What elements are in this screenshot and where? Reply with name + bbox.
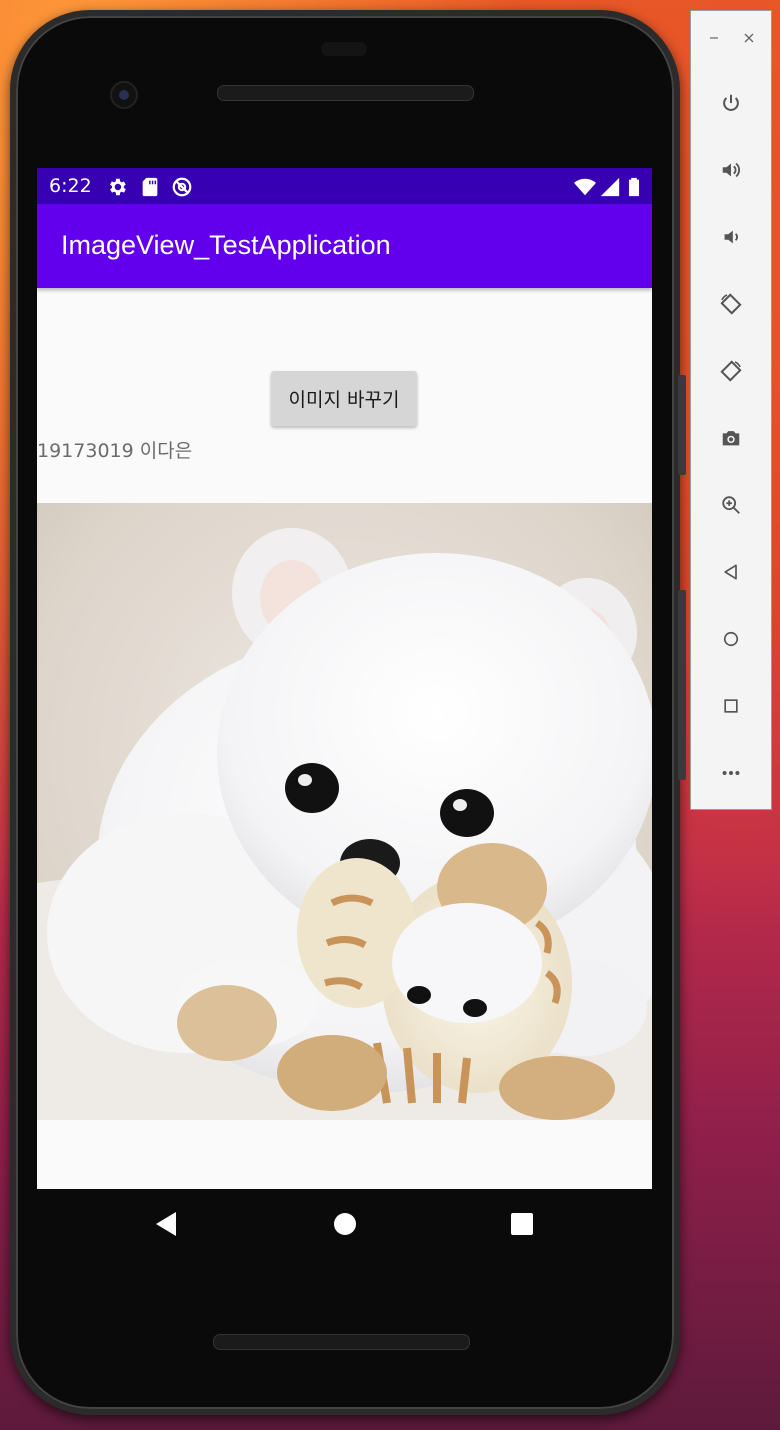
minimize-icon[interactable] xyxy=(709,33,719,43)
change-image-button[interactable]: 이미지 바꾸기 xyxy=(271,371,417,426)
home-icon[interactable] xyxy=(333,1211,357,1237)
settings-icon xyxy=(110,178,126,196)
close-icon[interactable] xyxy=(744,33,754,43)
status-time: 6:22 xyxy=(49,175,92,197)
emulator-back-icon[interactable] xyxy=(719,560,743,584)
top-speaker-grille xyxy=(217,85,474,101)
side-power-button[interactable] xyxy=(678,375,686,475)
more-icon[interactable] xyxy=(719,761,743,785)
earpiece xyxy=(321,42,367,56)
device-screen: 6:22 ImageView_TestApplication 이미지 바꾸기 1… xyxy=(37,168,652,1189)
emulator-home-icon[interactable] xyxy=(719,627,743,651)
volume-up-icon[interactable] xyxy=(719,158,743,182)
recents-icon[interactable] xyxy=(510,1211,534,1237)
rotate-left-icon[interactable] xyxy=(719,292,743,316)
camera-icon[interactable] xyxy=(719,426,743,450)
app-bar: ImageView_TestApplication xyxy=(37,204,652,288)
status-bar: 6:22 xyxy=(37,168,652,204)
sd-card-icon xyxy=(142,177,158,197)
rotate-right-icon[interactable] xyxy=(719,359,743,383)
app-title: ImageView_TestApplication xyxy=(61,230,391,260)
signal-icon xyxy=(600,177,620,197)
student-id-name-text: 19173019 이다은 xyxy=(37,440,193,462)
back-icon[interactable] xyxy=(154,1211,178,1237)
navigation-bar xyxy=(37,1189,652,1261)
front-camera xyxy=(110,81,138,109)
power-icon[interactable] xyxy=(719,91,743,115)
no-disturb-icon xyxy=(172,177,192,197)
side-volume-button[interactable] xyxy=(678,590,686,780)
volume-down-icon[interactable] xyxy=(719,225,743,249)
bottom-speaker-grille xyxy=(213,1334,470,1350)
wifi-icon xyxy=(574,178,596,196)
overview-icon[interactable] xyxy=(719,694,743,718)
battery-icon xyxy=(628,177,640,197)
emulator-toolbar xyxy=(690,10,772,810)
zoom-icon[interactable] xyxy=(719,493,743,517)
puppy-image-view xyxy=(37,503,652,1120)
